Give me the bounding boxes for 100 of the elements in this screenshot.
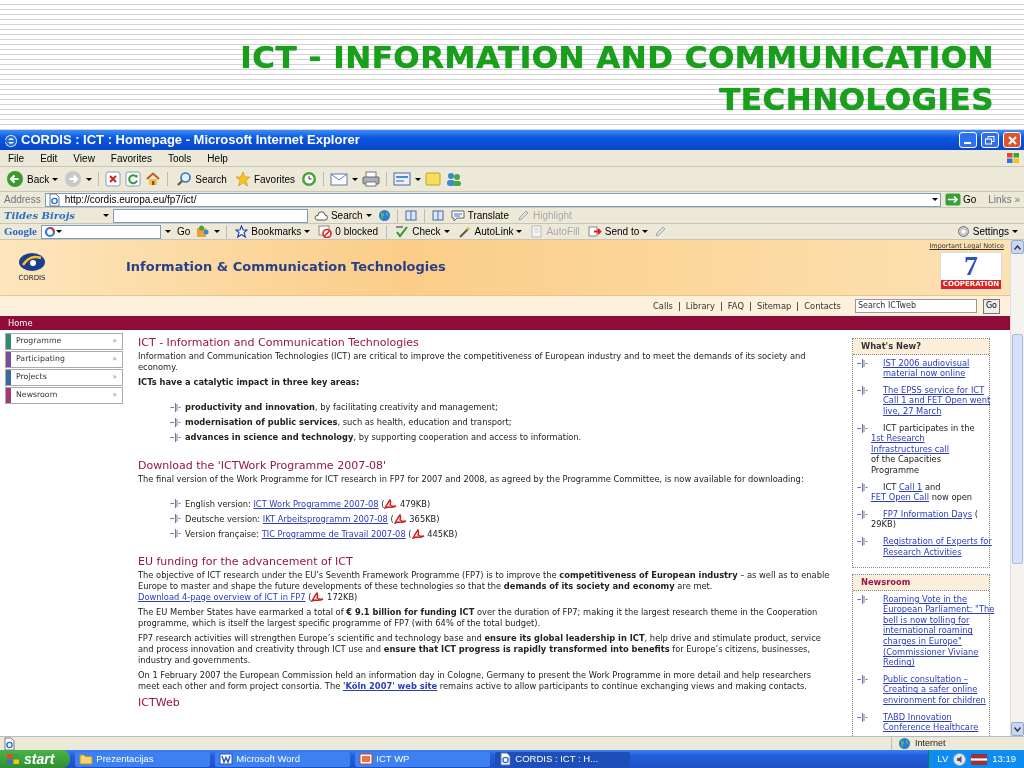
home-icon[interactable]: [145, 171, 162, 187]
minimize-button[interactable]: [959, 132, 977, 148]
nav-link[interactable]: FAQ: [727, 300, 744, 312]
send-to-button[interactable]: Send to: [585, 224, 651, 239]
scroll-thumb[interactable]: [1012, 334, 1023, 564]
page-icon: [47, 192, 61, 207]
link[interactable]: IST 2006 audiovisual material now online: [883, 357, 999, 379]
menu-item[interactable]: File: [8, 150, 25, 166]
paragraph: The objective of ICT research under the EU’s Seventh Framework Programme (FP7) is to improve the competitiveness of European industry – as well as to enable Europe to master and shape the future developments of these technologies so that the demands of its society and economy are met. Download 4-page overview of ICT in FP7 ( 172KB): [138, 570, 830, 603]
book-icon[interactable]: [430, 209, 445, 222]
taskbar-button[interactable]: CORDIS : ICT : H...: [495, 751, 631, 767]
bullet-icon: [857, 358, 868, 368]
search-field[interactable]: [112, 208, 308, 223]
taskbar-button[interactable]: Prezentacijas: [75, 751, 211, 767]
search-field[interactable]: [41, 224, 161, 239]
address-field[interactable]: http://cordis.europa.eu/fp7/ict/: [44, 192, 941, 207]
stop-icon[interactable]: [105, 171, 122, 187]
window-title: CORDIS : ICT : Homepage - Microsoft Internet Explorer: [21, 131, 360, 150]
menu-item[interactable]: Edit: [40, 150, 58, 166]
link[interactable]: 'Köln 2007' web site: [342, 680, 438, 691]
maximize-button[interactable]: [981, 132, 999, 148]
globe-icon[interactable]: [377, 209, 391, 222]
paragraph: FP7 research activities will strengthen Europe’s scientific and technology base and ensure its global leadership in ICT, help drive and stimulate product, service and process innovation and creativity through ICT use and ensure that ICT progress is rapidly transformed into benefits for Europe’s citizens, businesses, industry and governments.: [138, 633, 822, 666]
bullet-icon: [857, 385, 868, 395]
taskbar-button[interactable]: Microsoft Word: [215, 751, 351, 767]
nav-link[interactable]: Library: [685, 300, 715, 312]
logo-number: 7: [964, 252, 978, 280]
popup-blocker-button[interactable]: 0 blocked: [316, 224, 381, 239]
bookmarks-button[interactable]: Bookmarks: [233, 224, 313, 239]
nav-link[interactable]: Contacts: [804, 300, 841, 312]
link[interactable]: 1st Research Infrastructures call: [871, 433, 987, 455]
back-button[interactable]: Back: [4, 170, 61, 188]
search-button[interactable]: Search: [311, 208, 374, 223]
spell-check-icon: [395, 225, 410, 238]
menu-item[interactable]: View: [73, 150, 95, 166]
go-button[interactable]: Go: [982, 298, 1000, 314]
scroll-down-button[interactable]: [1011, 722, 1024, 736]
list-item: English version: ICT Work Programme 2007-08 ( 479KB): [185, 498, 431, 510]
close-button[interactable]: [1003, 132, 1021, 148]
history-icon[interactable]: [301, 171, 318, 187]
list-item: modernisation of public services, such as health, education and transport;: [185, 417, 512, 428]
pen-icon[interactable]: [654, 225, 668, 238]
bullet-icon: [170, 417, 181, 427]
book-icon[interactable]: [403, 209, 418, 222]
globe-icon: [898, 737, 911, 750]
document-icon[interactable]: [393, 171, 412, 187]
pdf-icon: [411, 529, 425, 540]
pdf-icon: [311, 592, 325, 603]
link[interactable]: Call 1: [898, 481, 923, 493]
section-heading: Download the 'ICTWork Programme 2007-08': [138, 458, 388, 473]
search-field[interactable]: Search ICTweb: [854, 299, 977, 313]
nav-link[interactable]: Calls: [653, 300, 673, 312]
section-heading: ICT - Information and Communication Technologies: [138, 336, 420, 350]
go-button[interactable]: Go: [175, 224, 193, 239]
magic-wand-icon: [457, 225, 472, 238]
link[interactable]: TABD Innovation Conference Healthcare: [883, 711, 999, 733]
link[interactable]: TIC Programme de Travail 2007-08: [261, 528, 406, 539]
printer-icon[interactable]: [362, 171, 381, 187]
go-button[interactable]: Go: [944, 192, 977, 207]
breadcrumb[interactable]: Home: [8, 318, 33, 328]
menu-item[interactable]: Help: [207, 150, 228, 166]
cloud-icon: [313, 210, 328, 221]
refresh-icon[interactable]: [125, 171, 142, 187]
link[interactable]: FP7 Information Days: [883, 508, 973, 520]
spell-check-button[interactable]: Check: [393, 224, 452, 239]
nav-link[interactable]: Sitemap: [756, 300, 792, 312]
link[interactable]: Download 4-page overview of ICT in FP7: [138, 591, 306, 602]
security-zone: Internet: [915, 736, 946, 750]
link[interactable]: The EPSS service for ICT Call 1 and FET Open went live, 27 March: [883, 384, 999, 417]
folder-icon: [79, 753, 94, 765]
links-button[interactable]: Links »: [988, 192, 1020, 207]
autolink-button[interactable]: AutoLink: [455, 224, 525, 239]
bullet-icon: [170, 499, 181, 509]
paragraph: ICTs have a catalytic impact in three key areas:: [138, 377, 361, 388]
search-button[interactable]: Search: [174, 171, 229, 187]
link[interactable]: FET Open Call: [871, 492, 929, 503]
paragraph: Information and Communication Technologies (ICT) are critical to improve the competitiveness of European industry and to meet the demands of its society and economy.: [138, 351, 807, 373]
link[interactable]: IKT Arbeitsprogramm 2007-08: [262, 513, 388, 524]
menu-item[interactable]: Favorites: [110, 150, 152, 166]
speaker-icon[interactable]: [953, 752, 967, 766]
puzzle-icon[interactable]: [196, 225, 211, 238]
people-icon[interactable]: [445, 171, 464, 187]
settings-button[interactable]: Settings: [954, 224, 1020, 239]
translate-button[interactable]: Translate: [448, 208, 511, 223]
toolbar-logo: Google: [4, 224, 37, 240]
taskbar-button[interactable]: ICT WP: [355, 751, 491, 767]
windows-flag-icon: [6, 753, 20, 765]
link[interactable]: Roaming Vote in the European Parliament: "The bell is now tolling for international roaming charges in Europe" (Commissioner Viviane Reding): [883, 593, 999, 668]
link[interactable]: Public consultation – Creating a safer online environment for children: [883, 673, 999, 706]
form-icon: [530, 225, 544, 238]
bullet-icon: [857, 509, 868, 519]
bullet-icon: [857, 482, 868, 492]
link[interactable]: Registration of Experts for Research Activities: [883, 535, 999, 558]
envelope-icon[interactable]: [330, 172, 349, 186]
link[interactable]: ICT Work Programme 2007-08: [253, 498, 379, 509]
menu-item[interactable]: Tools: [168, 150, 192, 166]
favorites-button[interactable]: Favorites: [232, 171, 298, 187]
close-icon: [1007, 135, 1017, 145]
pdf-icon: [384, 499, 398, 510]
scroll-up-button[interactable]: [1011, 240, 1024, 254]
